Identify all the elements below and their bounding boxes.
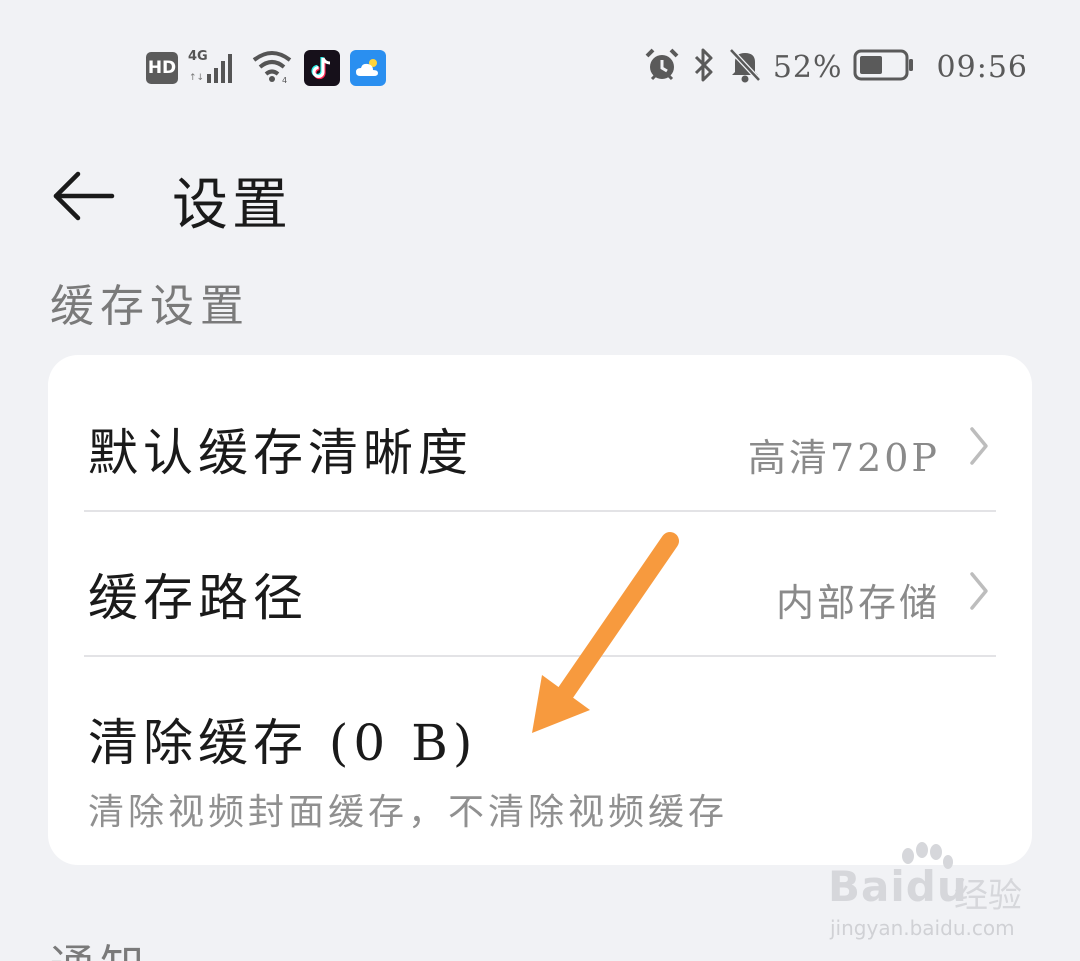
- setting-row-default-quality[interactable]: 默认缓存清晰度 高清720P: [84, 367, 996, 511]
- svg-text:↑↓: ↑↓: [189, 73, 204, 83]
- back-button[interactable]: [48, 164, 120, 228]
- setting-value: 高清720P: [747, 436, 940, 480]
- watermark-url: jingyan.baidu.com: [830, 916, 1015, 940]
- clock: 09:56: [936, 49, 1028, 85]
- tiktok-app-icon: [304, 50, 340, 86]
- battery-percent: 52%: [772, 49, 843, 85]
- watermark-logo: Baidu: [828, 862, 968, 911]
- svg-text:4: 4: [282, 76, 287, 84]
- setting-label: 清除缓存 (0 B): [88, 714, 478, 772]
- watermark-cn: 经验: [954, 876, 1022, 916]
- section-title-notification: 通知: [50, 930, 150, 961]
- baidu-watermark: Baidu 经验 jingyan.baidu.com: [828, 842, 1028, 942]
- weather-app-icon: [350, 50, 386, 86]
- setting-label: 默认缓存清晰度: [88, 424, 473, 482]
- hd-icon: HD: [146, 52, 178, 84]
- battery-icon: [853, 48, 915, 86]
- bluetooth-icon: [691, 46, 717, 88]
- setting-row-cache-path[interactable]: 缓存路径 内部存储: [84, 512, 996, 656]
- chevron-right-icon: [970, 427, 988, 465]
- status-right-icons: 52% 09:56: [643, 46, 1028, 88]
- setting-label: 缓存路径: [88, 569, 308, 627]
- setting-row-clear-cache[interactable]: 清除缓存 (0 B) 清除视频封面缓存，不清除视频缓存: [84, 657, 996, 837]
- status-left-icons: HD 4G ↑↓ 4: [146, 48, 386, 88]
- arrow-left-icon: [53, 171, 115, 221]
- wifi-icon: 4: [250, 48, 294, 88]
- chevron-right-icon: [970, 572, 988, 610]
- signal-4g-icon: 4G ↑↓: [188, 50, 240, 86]
- alarm-icon: [643, 46, 681, 88]
- status-bar: HD 4G ↑↓ 4 52% 09:56: [0, 0, 1080, 140]
- settings-card: 默认缓存清晰度 高清720P 缓存路径 内部存储 清除缓存 (0 B) 清除视频…: [48, 355, 1032, 865]
- section-title-cache: 缓存设置: [50, 281, 250, 332]
- setting-value: 内部存储: [775, 581, 940, 625]
- page-title: 设置: [172, 173, 292, 238]
- setting-subtitle: 清除视频封面缓存，不清除视频缓存: [88, 792, 729, 833]
- mute-notification-icon: [727, 46, 763, 88]
- app-header: 设置: [0, 150, 1080, 250]
